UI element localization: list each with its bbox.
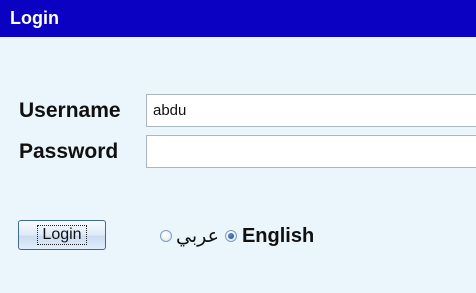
username-input[interactable] <box>146 94 476 127</box>
login-button[interactable]: Login <box>18 220 106 250</box>
language-selector: عربي English <box>160 221 314 251</box>
english-language-label[interactable]: English <box>242 225 314 248</box>
login-title-bar: Login <box>0 0 476 37</box>
password-label: Password <box>19 140 119 163</box>
login-panel: Login Username Password Login عربي Engli… <box>0 0 476 293</box>
english-radio[interactable] <box>224 230 237 242</box>
username-label: Username <box>19 99 121 122</box>
password-input[interactable] <box>146 135 476 168</box>
login-button-label: Login <box>37 225 87 245</box>
arabic-language-label[interactable]: عربي <box>176 225 219 247</box>
arabic-radio[interactable] <box>160 230 172 242</box>
